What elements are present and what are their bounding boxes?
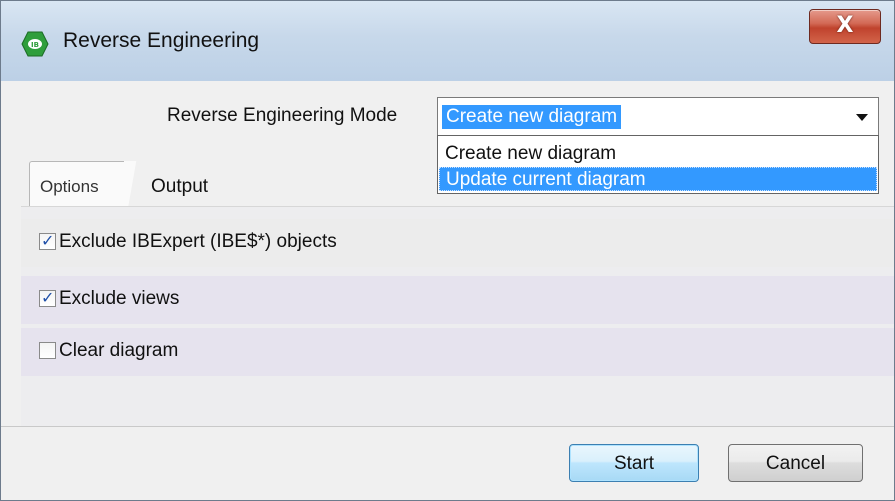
exclude-views-checkbox[interactable] <box>39 288 56 307</box>
exclude-ibexpert-label: Exclude IBExpert (IBE$*) objects <box>59 231 337 252</box>
title-bar[interactable]: IB Reverse Engineering X <box>1 1 894 81</box>
mode-select[interactable]: Create new diagram <box>437 97 879 137</box>
clear-diagram-label: Clear diagram <box>59 340 179 361</box>
reverse-engineering-dialog: IB Reverse Engineering X Reverse Enginee… <box>0 0 895 501</box>
option-row-exclude-ibexpert[interactable]: Exclude IBExpert (IBE$*) objects <box>21 219 894 267</box>
option-row-clear-diagram[interactable]: Clear diagram <box>21 328 894 376</box>
chevron-down-icon[interactable] <box>846 98 878 136</box>
tab-output[interactable]: Output <box>151 176 208 198</box>
mode-select-value: Create new diagram <box>442 105 622 129</box>
svg-text:IB: IB <box>31 41 39 49</box>
mode-option-create[interactable]: Create new diagram <box>439 142 877 166</box>
mode-dropdown-list: Create new diagram Update current diagra… <box>437 135 879 194</box>
options-panel: Exclude IBExpert (IBE$*) objects Exclude… <box>21 206 894 427</box>
exclude-views-label: Exclude views <box>59 288 180 309</box>
ibexpert-app-icon: IB <box>21 31 49 57</box>
clear-diagram-checkbox[interactable] <box>39 342 56 359</box>
tab-options[interactable]: Options <box>29 161 140 208</box>
start-button[interactable]: Start <box>569 444 699 482</box>
cancel-button[interactable]: Cancel <box>728 444 863 482</box>
window-title: Reverse Engineering <box>63 29 260 52</box>
tab-options-label: Options <box>40 177 99 196</box>
button-bar: Start Cancel <box>1 427 894 500</box>
mode-label: Reverse Engineering Mode <box>167 105 398 126</box>
close-button[interactable]: X <box>809 9 881 44</box>
exclude-ibexpert-checkbox[interactable] <box>39 231 56 250</box>
mode-option-update[interactable]: Update current diagram <box>439 167 877 191</box>
close-icon: X <box>836 13 854 38</box>
option-row-exclude-views[interactable]: Exclude views <box>21 276 894 324</box>
